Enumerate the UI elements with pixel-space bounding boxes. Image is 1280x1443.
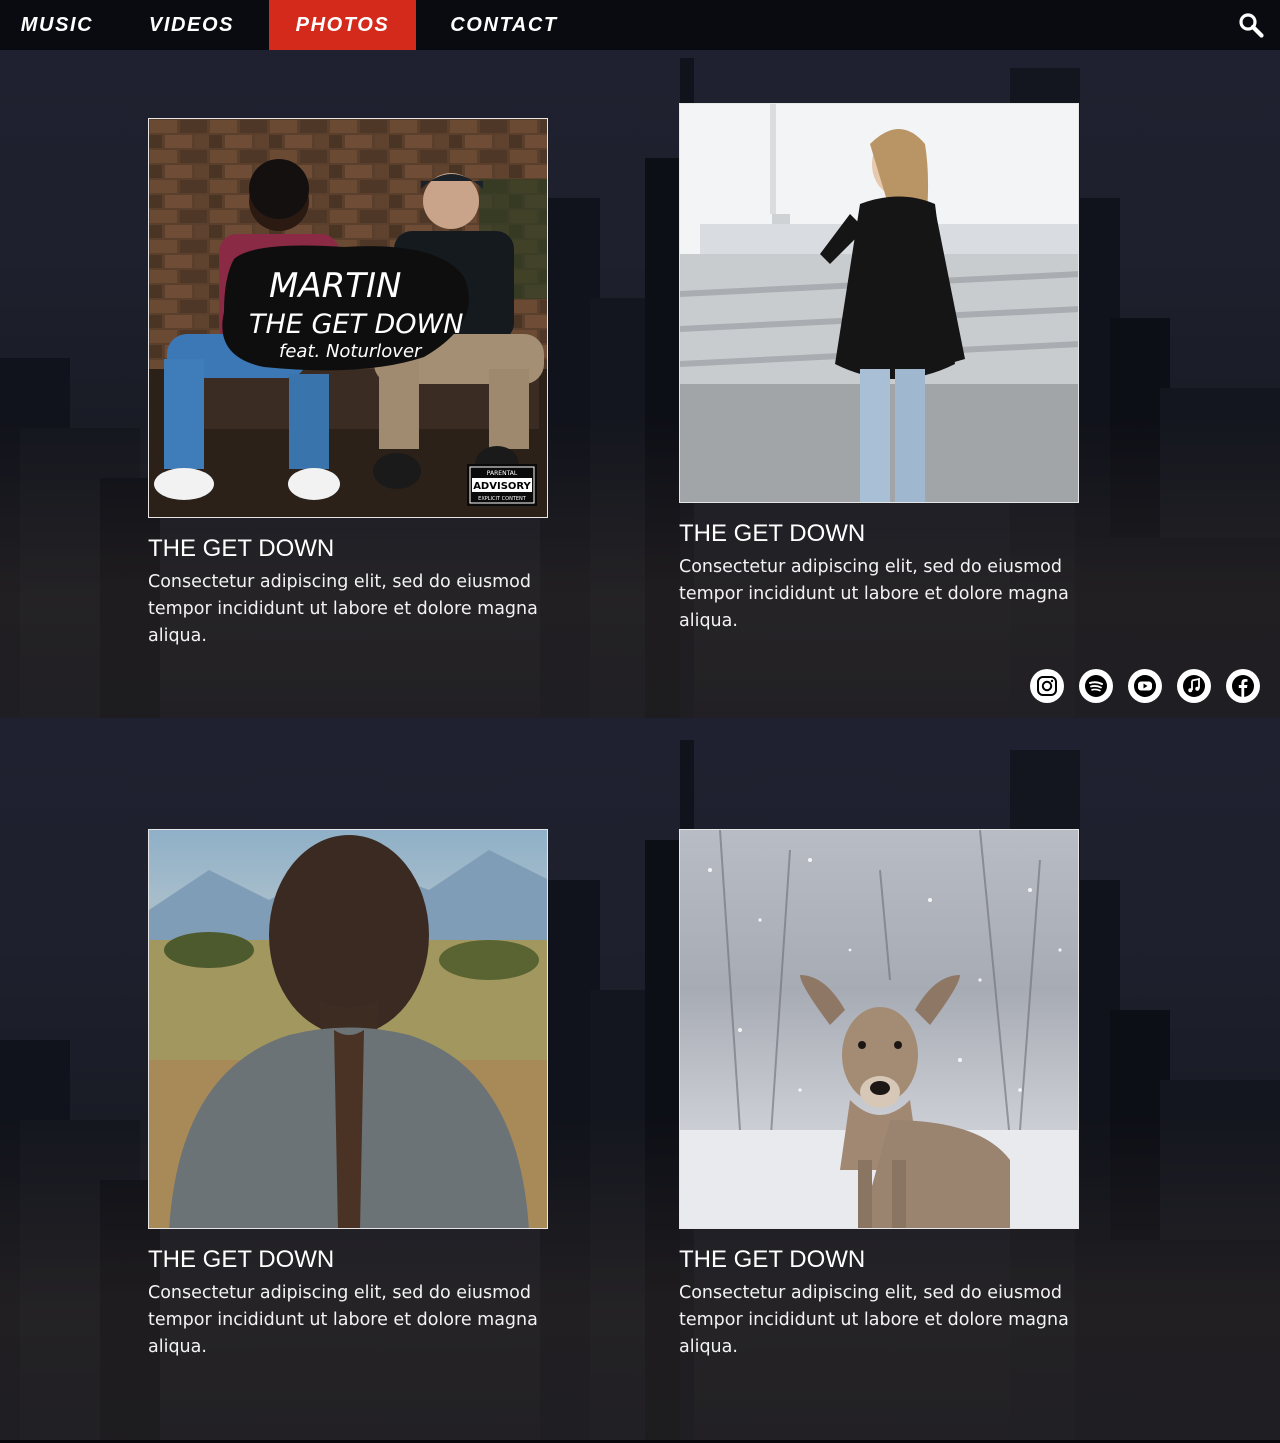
photo-card[interactable]: THE GET DOWN Consectetur adipiscing elit… (679, 103, 1079, 635)
card-text: Consectetur adipiscing elit, sed do eius… (148, 1283, 538, 1357)
card-text: Consectetur adipiscing elit, sed do eius… (679, 1283, 1069, 1357)
album-cover-image[interactable]: MARTIN THE GET DOWN feat. Noturlover PAR… (148, 118, 548, 518)
album-artist-text: MARTIN (269, 266, 401, 306)
advisory-top-text: PARENTAL (487, 470, 518, 477)
card-title: THE GET DOWN (679, 520, 866, 547)
card-title: THE GET DOWN (148, 1246, 335, 1273)
nav-item-contact[interactable]: CONTACT (416, 0, 592, 50)
deer-snow-image[interactable] (679, 829, 1079, 1229)
woman-braid-image[interactable] (148, 829, 548, 1229)
nav-item-music[interactable]: MUSIC (0, 0, 114, 50)
album-song-text: THE GET DOWN (249, 309, 463, 340)
card-title: THE GET DOWN (148, 535, 335, 562)
card-title: THE GET DOWN (679, 1246, 866, 1273)
photo-card[interactable]: MARTIN THE GET DOWN feat. Noturlover PAR… (148, 118, 548, 650)
nav-item-photos[interactable]: PHOTOS (269, 0, 416, 50)
social-links (1030, 669, 1260, 703)
main-nav: MUSIC VIDEOS PHOTOS CONTACT (0, 0, 1280, 50)
photo-section-2: THE GET DOWN Consectetur adipiscing elit… (0, 718, 1280, 1440)
apple-music-icon[interactable] (1177, 669, 1211, 703)
photo-card[interactable]: THE GET DOWN Consectetur adipiscing elit… (679, 829, 1079, 1361)
search-icon[interactable] (1238, 12, 1264, 38)
instagram-icon[interactable] (1030, 669, 1064, 703)
photo-card[interactable]: THE GET DOWN Consectetur adipiscing elit… (148, 829, 548, 1361)
nav-item-videos[interactable]: VIDEOS (114, 0, 269, 50)
spotify-icon[interactable] (1079, 669, 1113, 703)
youtube-icon[interactable] (1128, 669, 1162, 703)
advisory-bottom-text: EXPLICIT CONTENT (478, 496, 527, 502)
card-text: Consectetur adipiscing elit, sed do eius… (148, 572, 538, 646)
advisory-main-text: ADVISORY (473, 481, 531, 492)
photo-section-1: MARTIN THE GET DOWN feat. Noturlover PAR… (0, 50, 1280, 718)
album-feat-text: feat. Noturlover (279, 341, 423, 362)
woman-photo-image[interactable] (679, 103, 1079, 503)
card-text: Consectetur adipiscing elit, sed do eius… (679, 557, 1069, 631)
facebook-icon[interactable] (1226, 669, 1260, 703)
